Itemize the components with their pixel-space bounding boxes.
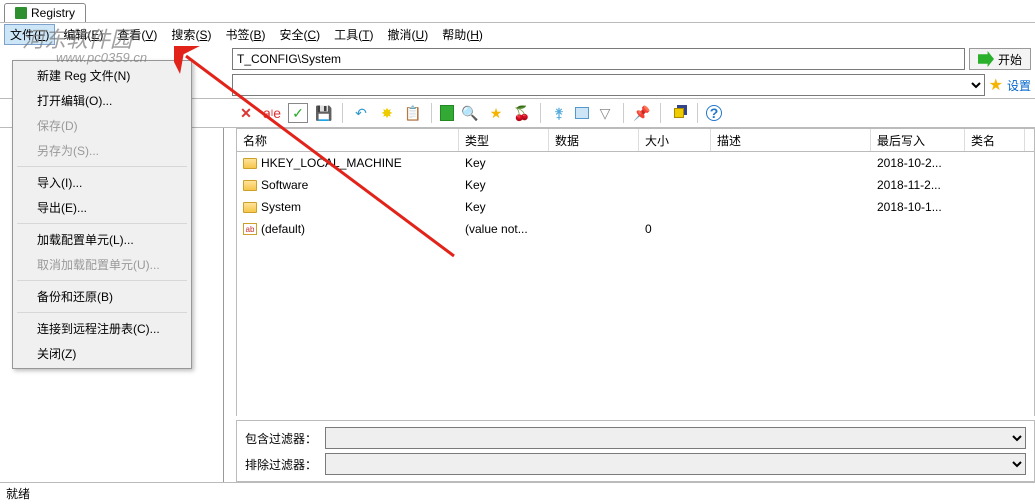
menu-item: 取消加载配置单元(U)...: [15, 252, 189, 277]
col-name[interactable]: 名称: [237, 129, 459, 151]
menu-item[interactable]: 关闭(Z): [15, 341, 189, 366]
delete-icon[interactable]: ✕: [236, 103, 256, 123]
help-icon[interactable]: ?: [706, 105, 722, 121]
menu-item: 另存为(S)...: [15, 138, 189, 163]
sheet-icon[interactable]: [440, 105, 454, 121]
menu-tools[interactable]: 工具(T): [328, 24, 379, 45]
menu-edit[interactable]: 编辑(E): [57, 24, 109, 45]
col-modified[interactable]: 最后写入: [871, 129, 965, 151]
menu-search[interactable]: 搜索(S): [165, 24, 217, 45]
star-icon: ★: [989, 75, 1003, 95]
exclude-filter-label: 排除过滤器：: [245, 456, 317, 473]
menu-item[interactable]: 备份和还原(B): [15, 284, 189, 309]
exclude-filter-combo[interactable]: [325, 453, 1026, 475]
include-filter-label: 包含过滤器：: [245, 430, 317, 447]
arrow-right-icon: [978, 51, 994, 67]
menu-bookmark[interactable]: 书签(B): [219, 24, 271, 45]
menu-item[interactable]: 导入(I)...: [15, 170, 189, 195]
menu-file[interactable]: 文件(F): [4, 24, 55, 45]
path-input[interactable]: [232, 48, 965, 70]
star-icon[interactable]: ★: [486, 103, 506, 123]
menu-help[interactable]: 帮助(H): [436, 24, 489, 45]
folder-icon: [243, 202, 257, 213]
menu-security[interactable]: 安全(C): [273, 24, 326, 45]
paste-icon[interactable]: 📋: [403, 103, 423, 123]
tab-registry[interactable]: Registry: [4, 3, 86, 22]
folder-icon: [243, 180, 257, 191]
col-size[interactable]: 大小: [639, 129, 711, 151]
menu-undo[interactable]: 撤消(U): [382, 24, 435, 45]
menu-item[interactable]: 新建 Reg 文件(N): [15, 63, 189, 88]
checkbox-icon[interactable]: ✓: [288, 103, 308, 123]
filters-panel: 包含过滤器： 排除过滤器：: [236, 420, 1035, 482]
search-icon[interactable]: 🔍: [460, 103, 480, 123]
menu-item: 保存(D): [15, 113, 189, 138]
status-text: 就绪: [6, 485, 30, 502]
save-icon[interactable]: 💾: [314, 103, 334, 123]
col-data[interactable]: 数据: [549, 129, 639, 151]
menubar: 文件(F) 编辑(E) 查看(V) 搜索(S) 书签(B) 安全(C) 工具(T…: [0, 22, 1035, 46]
window-icon[interactable]: [575, 107, 589, 119]
menu-item[interactable]: 打开编辑(O)...: [15, 88, 189, 113]
copy-icon[interactable]: [669, 103, 689, 123]
undo-icon[interactable]: ↶: [351, 103, 371, 123]
rename-icon[interactable]: aIe: [262, 103, 282, 123]
filter-icon[interactable]: ▽: [595, 103, 615, 123]
tab-label: Registry: [31, 6, 75, 20]
list-body[interactable]: HKEY_LOCAL_MACHINEKey2018-10-2...Softwar…: [236, 152, 1035, 416]
table-row[interactable]: SystemKey2018-10-1...: [237, 196, 1034, 218]
settings-link[interactable]: 设置: [1007, 77, 1031, 94]
list-header: 名称 类型 数据 大小 描述 最后写入 类名: [236, 128, 1035, 152]
new-icon[interactable]: ✸: [377, 103, 397, 123]
table-row[interactable]: HKEY_LOCAL_MACHINEKey2018-10-2...: [237, 152, 1034, 174]
menu-view[interactable]: 查看(V): [111, 24, 163, 45]
combo-dropdown[interactable]: [232, 74, 985, 96]
table-row[interactable]: ab(default)(value not...0: [237, 218, 1034, 240]
pin-icon[interactable]: 📌: [632, 103, 652, 123]
include-filter-combo[interactable]: [325, 427, 1026, 449]
table-row[interactable]: SoftwareKey2018-11-2...: [237, 174, 1034, 196]
col-desc[interactable]: 描述: [711, 129, 871, 151]
col-type[interactable]: 类型: [459, 129, 549, 151]
start-button[interactable]: 开始: [969, 48, 1031, 70]
registry-icon: [15, 7, 27, 19]
file-dropdown-menu: 新建 Reg 文件(N)打开编辑(O)...保存(D)另存为(S)... 导入(I…: [12, 60, 192, 369]
menu-item[interactable]: 导出(E)...: [15, 195, 189, 220]
string-icon: ab: [243, 223, 257, 235]
statusbar: 就绪: [0, 482, 1035, 504]
branch-icon[interactable]: ⚵: [549, 103, 569, 123]
folder-icon: [243, 158, 257, 169]
menu-item[interactable]: 连接到远程注册表(C)...: [15, 316, 189, 341]
col-class[interactable]: 类名: [965, 129, 1025, 151]
cherry-icon[interactable]: 🍒: [512, 103, 532, 123]
menu-item[interactable]: 加载配置单元(L)...: [15, 227, 189, 252]
